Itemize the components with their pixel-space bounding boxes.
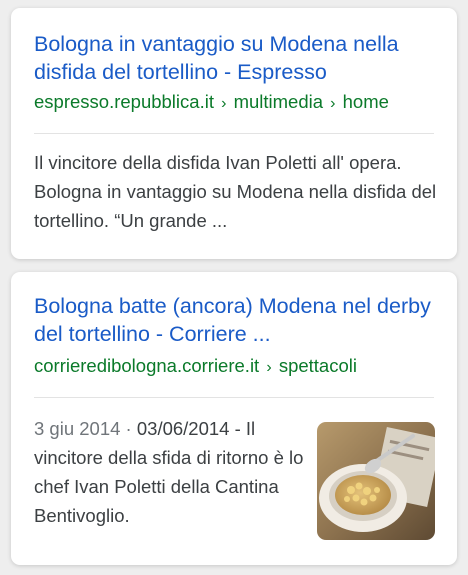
- date-separator: ·: [120, 418, 137, 439]
- result-url-path: spettacoli: [278, 355, 357, 376]
- result-title-link[interactable]: Bologna in vantaggio su Modena nella dis…: [34, 30, 444, 86]
- result-snippet: 3 giu 2014 · 03/06/2014 - Il vincitore d…: [34, 414, 304, 530]
- divider: [34, 397, 434, 398]
- search-result-card: Bologna in vantaggio su Modena nella dis…: [11, 8, 457, 259]
- tortellini-bowl-photo-icon: [317, 422, 435, 540]
- result-url-path: multimedia: [233, 91, 324, 112]
- result-url[interactable]: espresso.repubblica.it › multimedia › ho…: [34, 91, 454, 115]
- breadcrumb-separator: ›: [266, 359, 272, 376]
- result-snippet: Il vincitore della disfida Ivan Poletti …: [34, 152, 437, 231]
- tortellini-bowl-thumbnail[interactable]: [317, 422, 435, 540]
- breadcrumb-separator: ›: [221, 95, 227, 112]
- divider: [34, 133, 434, 134]
- search-result-card: Bologna batte (ancora) Modena nel derby …: [11, 272, 457, 565]
- result-title-link[interactable]: Bologna batte (ancora) Modena nel derby …: [34, 292, 444, 348]
- result-url-path: home: [342, 91, 389, 112]
- result-url-domain: corrieredibologna.corriere.it: [34, 355, 260, 376]
- result-date: 3 giu 2014: [34, 418, 121, 439]
- result-url[interactable]: corrieredibologna.corriere.it › spettaco…: [34, 355, 454, 379]
- breadcrumb-separator: ›: [330, 95, 336, 112]
- result-url-domain: espresso.repubblica.it: [34, 91, 214, 112]
